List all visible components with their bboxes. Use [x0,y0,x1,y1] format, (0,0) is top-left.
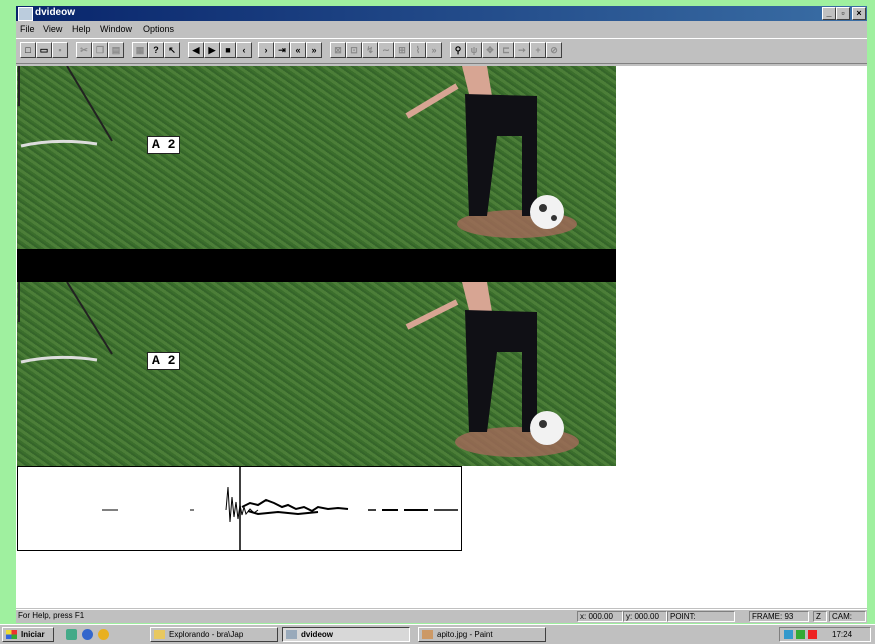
calibrate-icon[interactable]: ⊡ [346,42,362,58]
status-x: x: 000.00 [577,611,623,622]
skeleton-icon[interactable]: ψ [466,42,482,58]
toolbar: □ ▭ ▪ ✂ ❐ ▤ ▦ ? ↖ ◀ ▶ ■ ‹ › ⇥ « » ⊠ ⊡ ↯ … [16,38,867,64]
step-back-icon[interactable]: ◀ [188,42,204,58]
task-dvideow-label: dvideow [301,630,334,639]
menu-bar: File View Help Window Options [16,22,867,36]
track-icon[interactable]: ↯ [362,42,378,58]
menu-help[interactable]: Help [72,24,91,34]
move-icon[interactable]: ✥ [482,42,498,58]
menu-view[interactable]: View [43,24,62,34]
folder-icon [154,630,165,639]
audio-waveform-panel[interactable] [17,466,462,551]
status-z: Z [813,611,827,622]
language-icon[interactable] [808,630,817,639]
clear-icon[interactable]: ⊘ [546,42,562,58]
menu-options[interactable]: Options [143,24,174,34]
smooth-icon[interactable]: ∼ [378,42,394,58]
app-icon [286,630,297,639]
scene-graphic [18,282,579,457]
mark-icon[interactable]: ⊞ [394,42,410,58]
person-icon[interactable]: ⚲ [450,42,466,58]
copy-icon[interactable]: ❐ [92,42,108,58]
task-explorer[interactable]: Explorando - bra\Jap [150,627,278,642]
status-cam: CAM: [829,611,866,622]
sign-card: A 2 [147,352,181,370]
video-divider [17,249,616,282]
sign-card: A 2 [147,136,181,154]
export-icon[interactable]: » [426,42,442,58]
waveform-graphic [102,467,458,550]
maximize-button[interactable]: ▫ [836,7,850,20]
clock: 17:24 [832,630,853,639]
window-title: dvideow [35,7,76,18]
play-icon[interactable]: ▶ [204,42,220,58]
browser-icon[interactable] [82,629,93,640]
help-icon[interactable]: ? [148,42,164,58]
system-tray: 17:24 [779,627,871,642]
new-file-icon[interactable]: □ [20,42,36,58]
task-paint[interactable]: apito.jpg - Paint [418,627,546,642]
save-icon[interactable]: ▪ [52,42,68,58]
status-help-text: For Help, press F1 [18,611,85,620]
close-button[interactable]: × [852,7,866,20]
status-point: POINT: [667,611,735,622]
status-frame: FRAME: 93 [749,611,809,622]
context-help-icon[interactable]: ↖ [164,42,180,58]
graph-icon[interactable]: ⌇ [410,42,426,58]
start-button[interactable]: Iniciar [2,627,54,642]
task-dvideow[interactable]: dvideow [282,627,410,642]
cut-icon[interactable]: ✂ [76,42,92,58]
title-bar[interactable]: dvideow _ ▫ × [16,6,867,21]
status-bar: For Help, press F1 x: 000.00 y: 000.00 P… [16,609,867,623]
paint-icon [422,630,433,639]
task-paint-label: apito.jpg - Paint [437,630,493,639]
status-y: y: 000.00 [623,611,667,622]
arrow-right-icon[interactable]: ➙ [514,42,530,58]
open-folder-icon[interactable]: ▭ [36,42,52,58]
network-icon[interactable] [784,630,793,639]
app-icon[interactable] [18,7,33,21]
menu-window[interactable]: Window [100,24,132,34]
digitize-icon[interactable]: ⊠ [330,42,346,58]
taskbar: Iniciar Explorando - bra\Jap dvideow api… [0,624,875,644]
desktop-icon[interactable] [66,629,77,640]
crosshair-icon[interactable]: + [530,42,546,58]
zoom-icon[interactable]: ⊏ [498,42,514,58]
start-label: Iniciar [21,630,45,639]
fast-forward-icon[interactable]: » [306,42,322,58]
video-frame-bottom[interactable]: A 2 [17,282,616,466]
app-window: dvideow _ ▫ × File View Help Window Opti… [16,6,867,623]
menu-file[interactable]: File [20,24,35,34]
windows-logo-icon [6,630,17,639]
video-frame-top[interactable]: A 2 [17,66,616,249]
minimize-button[interactable]: _ [822,7,836,20]
stop-icon[interactable]: ■ [220,42,236,58]
print-icon[interactable]: ▦ [132,42,148,58]
prev-icon[interactable]: ‹ [236,42,252,58]
paste-icon[interactable]: ▤ [108,42,124,58]
client-area: A 2 A 2 [16,66,867,608]
volume-icon[interactable] [796,630,805,639]
media-icon[interactable] [98,629,109,640]
task-explorer-label: Explorando - bra\Jap [169,630,244,639]
next-icon[interactable]: › [258,42,274,58]
last-frame-icon[interactable]: ⇥ [274,42,290,58]
rewind-icon[interactable]: « [290,42,306,58]
scene-graphic [18,66,577,238]
